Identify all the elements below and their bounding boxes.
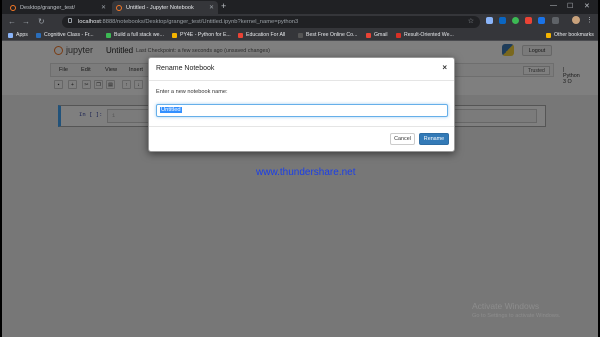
bookmark-favicon-icon: [238, 32, 243, 38]
address-path: :8888/notebooks/Desktop/granger_test/Unt…: [100, 19, 299, 25]
browser-window: Desktop/granger_test/ ✕ Untitled - Jupyt…: [2, 0, 598, 337]
close-icon[interactable]: ×: [442, 63, 447, 72]
bookmarks-bar: Apps Cognitive Class - Fr... Build a ful…: [2, 30, 598, 41]
bookmark-full-stack[interactable]: Build a full stack we...: [106, 32, 164, 38]
back-icon[interactable]: ←: [8, 17, 16, 26]
close-icon[interactable]: ✕: [101, 4, 106, 11]
linkedin-extension-icon[interactable]: [499, 17, 506, 24]
tab-untitled[interactable]: Untitled - Jupyter Notebook ✕: [112, 1, 218, 14]
bookmark-education[interactable]: Education For All: [238, 32, 285, 38]
watermark: www.thundershare.net: [256, 167, 356, 178]
folder-icon: [546, 32, 551, 38]
star-icon[interactable]: ☆: [468, 17, 474, 25]
bookmark-label: Education For All: [246, 32, 286, 38]
avatar[interactable]: [572, 16, 580, 24]
rename-notebook-dialog: Rename Notebook × Enter a new notebook n…: [148, 57, 455, 152]
info-icon[interactable]: [68, 18, 72, 23]
selected-text: Untitled: [160, 107, 182, 113]
bookmark-favicon-icon: [106, 32, 111, 38]
bookmark-favicon-icon: [298, 32, 303, 38]
window-close-icon[interactable]: ✕: [584, 2, 590, 10]
tab-title: Untitled - Jupyter Notebook: [126, 4, 194, 11]
apps-grid-icon: [8, 32, 13, 38]
menu-icon[interactable]: ⋮: [586, 16, 593, 24]
tab-title: Desktop/granger_test/: [20, 4, 76, 11]
divider: [149, 126, 454, 127]
grammarly-extension-icon[interactable]: [512, 17, 519, 24]
bookmark-label: Cognitive Class - Fr...: [44, 32, 94, 38]
browser-toolbar: ← → ↻ localhost :8888/notebooks/Desktop/…: [2, 14, 598, 30]
tab-desktop[interactable]: Desktop/granger_test/ ✕: [6, 1, 110, 14]
jupyter-favicon-icon: [10, 4, 16, 11]
jupyter-favicon-icon: [116, 4, 122, 11]
bookmark-label: Gmail: [374, 32, 388, 38]
notebook-name-label: Enter a new notebook name:: [156, 89, 228, 95]
bookmark-best-free[interactable]: Best Free Online Co...: [298, 32, 357, 38]
notebook-name-input[interactable]: Untitled: [156, 104, 448, 117]
bookmark-other[interactable]: Other bookmarks: [546, 32, 594, 38]
dialog-title: Rename Notebook: [156, 65, 215, 72]
extension-icon[interactable]: [525, 17, 532, 24]
bookmark-apps[interactable]: Apps: [8, 32, 28, 38]
activate-title: Activate Windows: [472, 301, 540, 311]
activate-subtitle: Go to Settings to activate Windows.: [472, 313, 561, 319]
bookmark-label: Best Free Online Co...: [306, 32, 358, 38]
extension-icon[interactable]: [486, 17, 493, 24]
bookmark-label: Other bookmarks: [554, 32, 594, 38]
bookmark-favicon-icon: [172, 32, 177, 38]
video-frame: Desktop/granger_test/ ✕ Untitled - Jupyt…: [0, 0, 600, 337]
extension-icon[interactable]: [538, 17, 545, 24]
address-bar[interactable]: localhost :8888/notebooks/Desktop/grange…: [62, 16, 480, 28]
bookmark-py4e[interactable]: PY4E - Python for E...: [172, 32, 231, 38]
cancel-button[interactable]: Cancel: [390, 133, 415, 145]
forward-icon[interactable]: →: [22, 17, 30, 26]
minimize-icon[interactable]: —: [550, 2, 557, 9]
rename-button[interactable]: Rename: [419, 133, 449, 145]
maximize-icon[interactable]: ☐: [567, 2, 573, 10]
tab-strip: Desktop/granger_test/ ✕ Untitled - Jupyt…: [2, 0, 598, 14]
bookmark-favicon-icon: [396, 32, 401, 38]
bookmark-cognitive-class[interactable]: Cognitive Class - Fr...: [36, 32, 94, 38]
bookmark-label: Build a full stack we...: [114, 32, 164, 38]
bookmark-result-oriented[interactable]: Result-Oriented We...: [396, 32, 454, 38]
address-host: localhost: [78, 19, 101, 25]
activate-windows-notice: Activate Windows Go to Settings to activ…: [472, 301, 560, 319]
bookmark-label: PY4E - Python for E...: [180, 32, 231, 38]
close-icon[interactable]: ✕: [209, 4, 214, 11]
bookmark-label: Result-Oriented We...: [404, 32, 454, 38]
bookmark-label: Apps: [16, 32, 28, 38]
divider: [149, 80, 454, 81]
gmail-icon: [366, 32, 371, 38]
reload-icon[interactable]: ↻: [38, 17, 45, 26]
bookmark-gmail[interactable]: Gmail: [366, 32, 388, 38]
plus-icon[interactable]: +: [221, 1, 226, 11]
extension-icon[interactable]: [552, 17, 559, 24]
bookmark-favicon-icon: [36, 32, 41, 38]
